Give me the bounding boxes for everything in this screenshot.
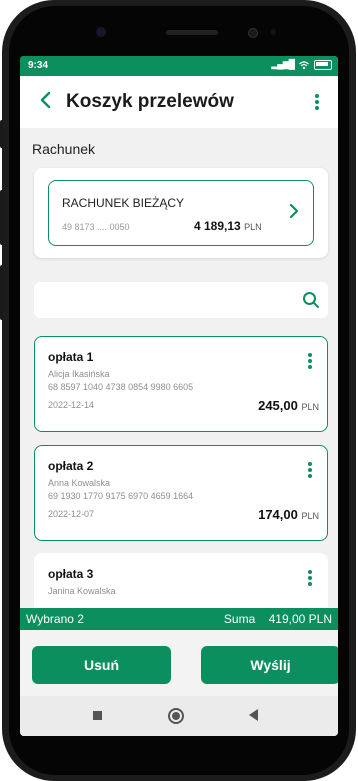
delete-button[interactable]: Usuń xyxy=(32,646,171,684)
selected-count: Wybrano 2 xyxy=(26,612,84,626)
phone-camera xyxy=(96,27,106,37)
sum-label: Suma xyxy=(223,612,256,626)
recent-apps-icon[interactable] xyxy=(93,711,102,720)
account-balance-value: 4 189,13 xyxy=(194,219,241,233)
sum-value: 419,00 PLN xyxy=(268,612,332,626)
transfer-menu-button[interactable] xyxy=(303,564,317,590)
transfer-card[interactable]: opłata 2 Anna Kowalska 69 1930 1770 9175… xyxy=(34,445,328,541)
more-vertical-icon-dot xyxy=(315,106,319,110)
status-time: 9:34 xyxy=(28,60,49,71)
search-box xyxy=(34,282,328,318)
account-name: RACHUNEK BIEŻĄCY xyxy=(62,196,185,210)
transfer-amount-currency: PLN xyxy=(301,402,319,412)
app-header: Koszyk przelewów xyxy=(20,76,338,128)
chevron-right-icon xyxy=(289,203,299,219)
more-vertical-icon-dot xyxy=(308,365,312,369)
transfer-amount-value: 245,00 xyxy=(258,398,298,413)
transfer-menu-button[interactable] xyxy=(303,347,317,373)
phone-speaker xyxy=(166,30,218,35)
more-menu-button[interactable] xyxy=(310,88,324,116)
phone-sensor xyxy=(248,28,258,38)
account-card: RACHUNEK BIEŻĄCY 49 8173 .... 0050 4 189… xyxy=(34,168,328,258)
action-buttons: Usuń Wyślij xyxy=(20,630,338,696)
status-bar: 9:34 ▂▄▆█ xyxy=(20,56,338,76)
transfer-amount-value: 174,00 xyxy=(258,507,298,522)
more-vertical-icon-dot xyxy=(315,100,319,104)
back-arrow-icon xyxy=(40,91,51,109)
phone-sensor xyxy=(270,29,276,35)
home-circle-icon[interactable] xyxy=(168,708,184,724)
account-section-label: Rachunek xyxy=(32,141,96,157)
search-input[interactable] xyxy=(42,288,296,314)
account-selector[interactable]: RACHUNEK BIEŻĄCY 49 8173 .... 0050 4 189… xyxy=(48,180,314,246)
transfer-date: 2022-12-14 xyxy=(48,400,95,410)
transfer-account: 68 8597 1040 4738 0854 9980 6605 xyxy=(48,382,194,392)
send-button[interactable]: Wyślij xyxy=(201,646,338,684)
phone-side-button xyxy=(0,265,4,320)
transfer-amount-currency: PLN xyxy=(301,511,319,521)
more-vertical-icon-dot xyxy=(308,582,312,586)
signal-icon: ▂▄▆█ xyxy=(271,59,295,69)
page-title: Koszyk przelewów xyxy=(66,91,234,112)
account-balance: 4 189,13 PLN xyxy=(194,219,262,233)
account-number: 49 8173 .... 0050 xyxy=(62,222,130,232)
more-vertical-icon xyxy=(308,462,312,466)
transfer-account: 69 1930 1770 9175 6970 4659 1664 xyxy=(48,491,194,501)
transfer-amount: 174,00 PLN xyxy=(258,507,319,522)
search-icon[interactable] xyxy=(302,291,320,309)
more-vertical-icon-dot xyxy=(308,468,312,472)
transfer-recipient: Anna Kowalska xyxy=(48,478,111,488)
status-icons: ▂▄▆█ xyxy=(271,59,332,70)
android-nav-bar xyxy=(20,696,338,736)
more-vertical-icon xyxy=(315,94,319,98)
transfer-card[interactable]: opłata 1 Alicja Ikasińska 68 8597 1040 4… xyxy=(34,336,328,432)
sum-total: Suma 419,00 PLN xyxy=(224,612,332,626)
transfer-date: 2022-12-07 xyxy=(48,509,95,519)
more-vertical-icon-dot xyxy=(308,474,312,478)
transfer-amount: 245,00 PLN xyxy=(258,398,319,413)
transfer-menu-button[interactable] xyxy=(303,456,317,482)
nav-back-icon[interactable] xyxy=(249,709,259,721)
more-vertical-icon xyxy=(308,353,312,357)
more-vertical-icon xyxy=(308,570,312,574)
phone-side-button xyxy=(0,190,4,245)
account-balance-currency: PLN xyxy=(244,222,262,232)
selection-summary-bar: Wybrano 2 Suma 419,00 PLN xyxy=(20,608,338,630)
battery-icon xyxy=(314,59,332,70)
app-screen: 9:34 ▂▄▆█ Koszyk przelewów Rachunek RACH xyxy=(20,56,338,736)
more-vertical-icon-dot xyxy=(308,359,312,363)
transfer-recipient: Alicja Ikasińska xyxy=(48,369,110,379)
back-button[interactable] xyxy=(34,88,58,112)
transfer-recipient: Janina Kowalska xyxy=(48,586,116,596)
phone-side-button xyxy=(0,120,4,148)
more-vertical-icon-dot xyxy=(308,576,312,580)
transfer-title: opłata 3 xyxy=(48,567,94,581)
transfer-title: opłata 2 xyxy=(48,459,94,473)
wifi-icon xyxy=(299,60,309,69)
transfer-title: opłata 1 xyxy=(48,350,94,364)
